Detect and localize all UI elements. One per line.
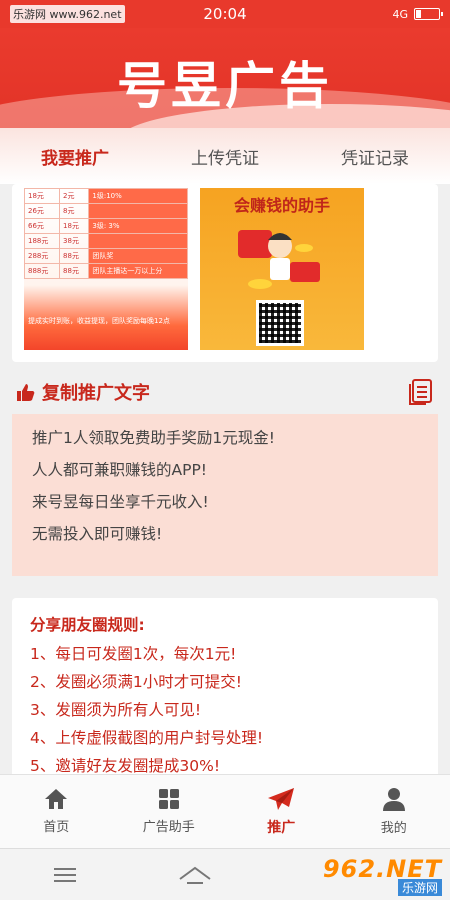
paper-plane-icon	[268, 787, 295, 810]
network-indicator: 4G	[392, 7, 408, 21]
rule-item: 1、每日可发圈1次，每次1元!	[30, 645, 237, 663]
app-title: 号昱广告	[117, 57, 333, 115]
promo-line: 推广1人领取免费助手奖励1元现金!	[32, 429, 275, 447]
thumbs-up-icon	[17, 384, 35, 401]
poster-title: 会赚钱的助手	[233, 196, 330, 215]
promo-text-box[interactable]: 推广1人领取免费助手奖励1元现金! 人人都可兼职赚钱的APP! 来号昱每日坐享千…	[12, 414, 438, 576]
promo-line: 人人都可兼职赚钱的APP!	[32, 461, 208, 479]
promo-line: 来号昱每日坐享千元收入!	[32, 493, 209, 511]
rules-title: 分享朋友圈规则:	[30, 616, 145, 634]
rule-item: 5、邀请好友发圈提成30%!	[30, 757, 221, 774]
nav-profile[interactable]: 我的	[338, 775, 450, 848]
hamburger-icon	[54, 867, 76, 882]
poster-gallery: 18元 2元 1级:10% 26元 8元 66元 18元 3级: 3% 188元 38元 2…	[12, 184, 438, 362]
poster-commission-table[interactable]: 18元 2元 1级:10% 26元 8元 66元 18元 3级: 3% 188元 38元 2…	[24, 188, 188, 350]
system-home-icon	[179, 866, 211, 884]
system-nav-bar: 962.NET 乐游网	[0, 848, 450, 900]
nav-home[interactable]: 首页	[0, 775, 113, 848]
status-icons: 4G	[392, 7, 443, 21]
tab-upload-proof[interactable]: 上传凭证	[185, 138, 265, 175]
main-content[interactable]: 18元 2元 1级:10% 26元 8元 66元 18元 3级: 3% 188元 38元 2…	[0, 184, 450, 774]
nav-label: 我的	[380, 821, 407, 836]
battery-icon	[414, 8, 443, 20]
share-rules-card: 分享朋友圈规则: 1、每日可发圈1次，每次1元! 2、发圈必须满1小时才可提交!…	[12, 598, 438, 774]
user-icon	[382, 788, 405, 811]
rule-item: 3、发圈须为所有人可见!	[30, 701, 202, 719]
nav-ad-assistant[interactable]: 广告助手	[113, 775, 226, 848]
top-tabs: 我要推广 上传凭证 凭证记录	[0, 128, 450, 184]
menu-button[interactable]	[0, 849, 130, 900]
status-time: 20:04	[203, 5, 247, 23]
mascot-illustration	[238, 230, 320, 289]
site-watermark-logo: 962.NET 乐游网	[310, 855, 442, 896]
copy-section-header: 复制推广文字	[0, 362, 450, 414]
copy-section-title: 复制推广文字	[42, 383, 150, 404]
nav-label: 推广	[267, 819, 296, 836]
nav-label: 广告助手	[142, 820, 195, 835]
nav-label: 首页	[43, 820, 70, 835]
bottom-nav: 首页 广告助手 推广 我的	[0, 774, 450, 848]
watermark-text: 乐游网 www.962.net	[10, 5, 125, 23]
rule-item: 2、发圈必须满1小时才可提交!	[30, 673, 242, 691]
tab-promote[interactable]: 我要推广	[35, 138, 115, 175]
home-button[interactable]	[130, 849, 260, 900]
qr-code	[256, 300, 304, 346]
status-bar: 乐游网 www.962.net 20:04 4G	[0, 0, 450, 28]
app-header: 号昱广告	[0, 28, 450, 128]
rule-item: 4、上传虚假截图的用户封号处理!	[30, 729, 264, 747]
grid-icon	[158, 789, 179, 809]
copy-document-icon[interactable]	[408, 378, 434, 406]
tab-proof-records[interactable]: 凭证记录	[335, 138, 415, 175]
logo-text: 乐游网	[397, 879, 442, 896]
commission-table: 18元 2元 1级:10% 26元 8元 66元 18元 3级: 3% 188元 38元 2…	[24, 188, 188, 279]
home-icon	[45, 789, 68, 809]
nav-promote[interactable]: 推广	[225, 775, 338, 848]
poster-assistant[interactable]: 会赚钱的助手	[200, 188, 364, 350]
poster-footer-text: 提成实时到账，收益提现，团队奖励每晚12点	[28, 317, 170, 325]
promo-line: 无需投入即可赚钱!	[32, 525, 163, 543]
